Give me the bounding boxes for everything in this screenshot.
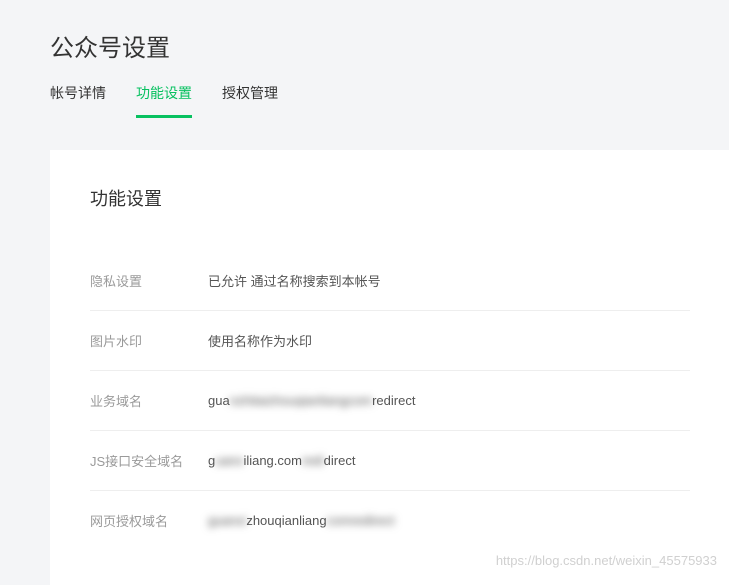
page-title: 公众号设置 bbox=[50, 28, 729, 63]
js-domain-label: JS接口安全域名 bbox=[90, 451, 208, 470]
js-blurred1: uanx bbox=[215, 453, 243, 468]
oa-blurred1: guanxi bbox=[208, 513, 246, 528]
business-domain-label: 业务域名 bbox=[90, 391, 208, 410]
tab-function-settings[interactable]: 功能设置 bbox=[136, 83, 192, 118]
card-title: 功能设置 bbox=[90, 185, 690, 211]
settings-card: 功能设置 隐私设置 已允许 通过名称搜索到本帐号 图片水印 使用名称作为水印 业… bbox=[50, 150, 729, 585]
oa-mid: zhouqianliang bbox=[246, 513, 326, 528]
oauth-domain-label: 网页授权域名 bbox=[90, 511, 208, 530]
setting-row-business-domain: 业务域名 guanzhitaizhouqianliangcomredirect bbox=[90, 371, 690, 431]
bd-blurred: nzhitaizhouqianliangcom bbox=[230, 393, 372, 408]
js-suffix: direct bbox=[324, 453, 356, 468]
watermark-label: 图片水印 bbox=[90, 331, 208, 350]
js-blurred2: redi bbox=[302, 453, 324, 468]
tab-account-details[interactable]: 帐号详情 bbox=[50, 83, 106, 118]
watermark-text: https://blog.csdn.net/weixin_45575933 bbox=[496, 553, 717, 568]
setting-row-privacy: 隐私设置 已允许 通过名称搜索到本帐号 bbox=[90, 251, 690, 311]
setting-row-oauth-domain: 网页授权域名 guanxizhouqianliangcomredirect bbox=[90, 491, 690, 550]
business-domain-value: guanzhitaizhouqianliangcomredirect bbox=[208, 393, 690, 408]
privacy-label: 隐私设置 bbox=[90, 271, 208, 290]
js-domain-value: guanxiliang.comredidirect bbox=[208, 453, 690, 468]
js-mid: iliang.com bbox=[243, 453, 302, 468]
privacy-value: 已允许 通过名称搜索到本帐号 bbox=[208, 271, 690, 290]
watermark-value: 使用名称作为水印 bbox=[208, 331, 690, 350]
oa-blurred2: comredirect bbox=[327, 513, 395, 528]
tabs-container: 帐号详情 功能设置 授权管理 bbox=[50, 83, 729, 118]
oauth-domain-value: guanxizhouqianliangcomredirect bbox=[208, 513, 690, 528]
bd-prefix: gua bbox=[208, 393, 230, 408]
tab-authorization[interactable]: 授权管理 bbox=[222, 83, 278, 118]
setting-row-js-domain: JS接口安全域名 guanxiliang.comredidirect bbox=[90, 431, 690, 491]
bd-suffix: redirect bbox=[372, 393, 415, 408]
setting-row-watermark: 图片水印 使用名称作为水印 bbox=[90, 311, 690, 371]
